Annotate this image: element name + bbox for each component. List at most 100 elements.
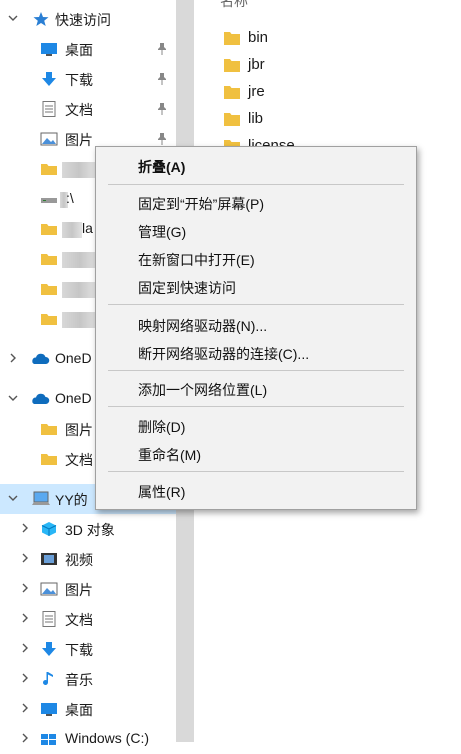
chevron-right-icon[interactable] xyxy=(20,553,30,563)
video-icon xyxy=(41,553,57,565)
menu-separator xyxy=(108,304,404,305)
file-name: jre xyxy=(248,83,265,100)
document-icon xyxy=(42,611,56,627)
cube-icon xyxy=(41,522,57,536)
nav-pc-documents[interactable]: 文档 xyxy=(0,604,176,634)
nav-pc-pictures[interactable]: 图片 xyxy=(0,574,176,604)
menu-item-open-new-window[interactable]: 在新窗口中打开(E) xyxy=(138,250,255,270)
folder-icon xyxy=(41,284,57,295)
nav-pictures-label: 图片 xyxy=(65,132,93,148)
folder-icon xyxy=(41,164,57,175)
nav-quick-access[interactable]: 快速访问 xyxy=(0,4,176,34)
context-menu: 折叠(A) 固定到“开始”屏幕(P) 管理(G) 在新窗口中打开(E) 固定到快… xyxy=(95,146,417,510)
windows-drive-icon xyxy=(41,734,56,745)
nav-pc-videos[interactable]: 视频 xyxy=(0,544,176,574)
folder-icon xyxy=(41,424,57,435)
menu-item-properties[interactable]: 属性(R) xyxy=(138,482,185,502)
nav-pc-windows-drive[interactable]: Windows (C:) xyxy=(0,724,176,754)
menu-item-pin-quick-access[interactable]: 固定到快速访问 xyxy=(138,278,236,298)
nav-pc-pictures-label: 图片 xyxy=(65,582,93,598)
folder-icon xyxy=(41,224,57,235)
file-name: lib xyxy=(248,110,264,127)
nav-pc-downloads[interactable]: 下载 xyxy=(0,634,176,664)
menu-item-collapse[interactable]: 折叠(A) xyxy=(138,157,185,177)
chevron-down-icon[interactable] xyxy=(8,493,18,503)
nav-blurred-drive-label: :\ xyxy=(66,190,74,206)
folder-icon xyxy=(41,314,57,325)
nav-pc-music-label: 音乐 xyxy=(65,672,93,688)
chevron-down-icon[interactable] xyxy=(8,13,18,23)
nav-documents-label: 文档 xyxy=(65,102,93,118)
nav-pc-desktop[interactable]: 桌面 xyxy=(0,694,176,724)
nav-pc-3d-objects[interactable]: 3D 对象 xyxy=(0,514,176,544)
blurred-text xyxy=(62,222,82,238)
chevron-right-icon[interactable] xyxy=(20,643,30,653)
chevron-down-icon[interactable] xyxy=(8,393,18,403)
chevron-right-icon[interactable] xyxy=(20,613,30,623)
nav-pc-windows-label: Windows (C:) xyxy=(65,730,150,746)
download-arrow-icon xyxy=(42,72,56,86)
picture-icon xyxy=(40,132,58,146)
nav-od-pictures-label: 图片 xyxy=(65,422,93,438)
nav-desktop-label: 桌面 xyxy=(65,42,93,58)
pin-icon[interactable] xyxy=(156,102,168,116)
chevron-right-icon[interactable] xyxy=(8,353,18,363)
nav-pc-3d-label: 3D 对象 xyxy=(65,522,115,538)
nav-pc-music[interactable]: 音乐 xyxy=(0,664,176,694)
column-header-name[interactable]: 名称 xyxy=(220,0,248,11)
nav-pc-desktop-label: 桌面 xyxy=(65,702,93,718)
menu-item-add-network-location[interactable]: 添加一个网络位置(L) xyxy=(138,380,267,400)
menu-item-delete[interactable]: 删除(D) xyxy=(138,417,185,437)
pin-icon[interactable] xyxy=(156,72,168,86)
network-drive-icon xyxy=(41,198,57,203)
cloud-icon xyxy=(32,353,50,364)
folder-icon xyxy=(41,254,57,265)
nav-this-pc-label: YY的 xyxy=(55,492,88,508)
chevron-right-icon[interactable] xyxy=(20,523,30,533)
nav-onedrive-2-label: OneD xyxy=(55,390,92,406)
picture-icon xyxy=(40,582,58,596)
blurred-text xyxy=(62,282,96,298)
chevron-right-icon[interactable] xyxy=(20,583,30,593)
folder-icon xyxy=(224,59,240,72)
file-name: bin xyxy=(248,29,269,46)
nav-pc-downloads-label: 下载 xyxy=(65,642,93,658)
menu-separator xyxy=(108,184,404,185)
pin-icon[interactable] xyxy=(156,42,168,56)
folder-icon xyxy=(224,113,240,126)
menu-separator xyxy=(108,471,404,472)
nav-desktop[interactable]: 桌面 xyxy=(0,34,176,64)
nav-quick-access-label: 快速访问 xyxy=(55,12,111,28)
download-arrow-icon xyxy=(42,642,56,656)
blurred-text xyxy=(62,162,96,178)
nav-pc-documents-label: 文档 xyxy=(65,612,93,628)
document-icon xyxy=(42,101,56,117)
menu-item-pin-start[interactable]: 固定到“开始”屏幕(P) xyxy=(138,194,264,214)
menu-item-manage[interactable]: 管理(G) xyxy=(138,222,186,242)
nav-pc-videos-label: 视频 xyxy=(65,552,93,568)
folder-icon xyxy=(224,86,240,99)
folder-icon xyxy=(224,32,240,45)
blurred-text xyxy=(62,252,98,268)
chevron-right-icon[interactable] xyxy=(20,673,30,683)
nav-downloads[interactable]: 下载 xyxy=(0,64,176,94)
menu-separator xyxy=(108,370,404,371)
computer-icon xyxy=(32,491,50,505)
desktop-icon xyxy=(41,703,57,716)
cloud-icon xyxy=(32,393,50,404)
menu-item-map-drive[interactable]: 映射网络驱动器(N)... xyxy=(138,316,267,336)
star-icon xyxy=(33,12,49,26)
file-name: jbr xyxy=(248,56,265,73)
menu-separator xyxy=(108,406,404,407)
nav-downloads-label: 下载 xyxy=(65,72,93,88)
menu-item-disconnect-drive[interactable]: 断开网络驱动器的连接(C)... xyxy=(138,344,309,364)
pin-icon[interactable] xyxy=(156,132,168,146)
music-note-icon xyxy=(43,672,53,685)
nav-od-documents-label: 文档 xyxy=(65,452,93,468)
nav-blurred-folder-label: la xyxy=(82,220,93,236)
nav-documents[interactable]: 文档 xyxy=(0,94,176,124)
chevron-right-icon[interactable] xyxy=(20,703,30,713)
desktop-icon xyxy=(41,43,57,56)
folder-icon xyxy=(41,454,57,465)
menu-item-rename[interactable]: 重命名(M) xyxy=(138,445,201,465)
